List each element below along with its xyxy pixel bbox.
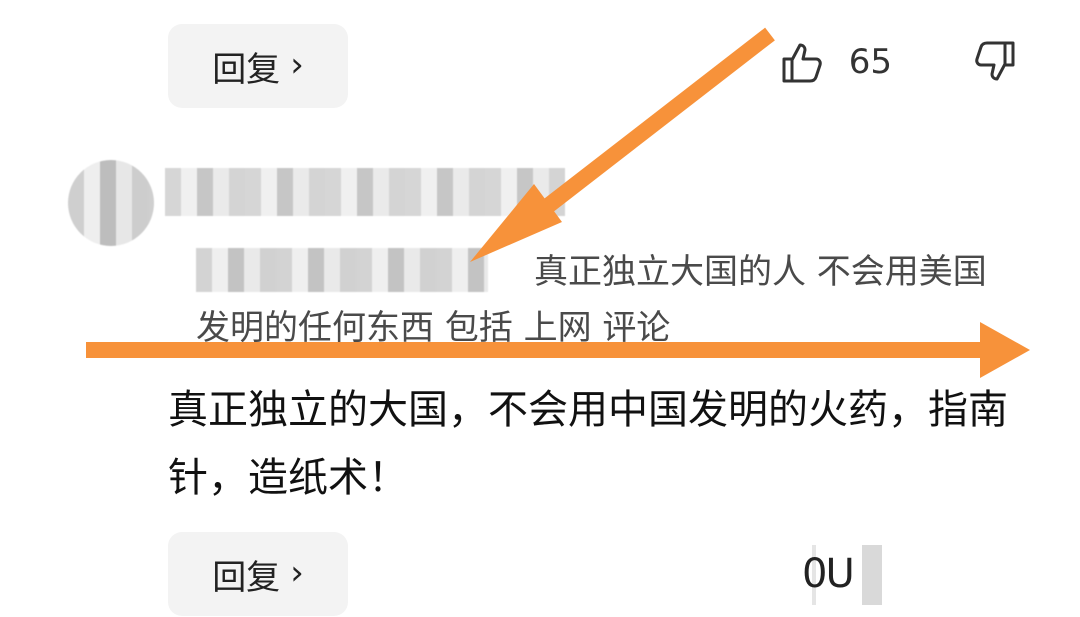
quoted-comment-text: 真正独立大国的人 不会用美国发明的任何东西 包括 上网 评论 (196, 252, 987, 348)
thumbs-up-icon[interactable] (777, 38, 825, 86)
reaction-bar-bottom: 0U (772, 545, 1072, 605)
reply-button-bottom[interactable]: 回复 › (168, 532, 348, 616)
like-count-partial: 0U (802, 551, 855, 597)
like-count: 65 (848, 42, 892, 82)
reply-label: 回复 (212, 49, 281, 90)
username[interactable] (165, 168, 565, 216)
chevron-right-icon: › (290, 553, 304, 593)
diagonal-arrow (470, 27, 775, 262)
avatar[interactable] (68, 160, 154, 246)
comment-text: 真正独立的大国，不会用中国发明的火药，指南针，造纸术！ (168, 387, 1008, 501)
reply-button[interactable]: 回复 › (168, 24, 348, 108)
chevron-right-icon: › (290, 45, 304, 85)
reply-label: 回复 (212, 557, 281, 598)
thumbs-down-icon[interactable] (972, 38, 1020, 86)
reaction-bar: 65 (777, 38, 1020, 86)
